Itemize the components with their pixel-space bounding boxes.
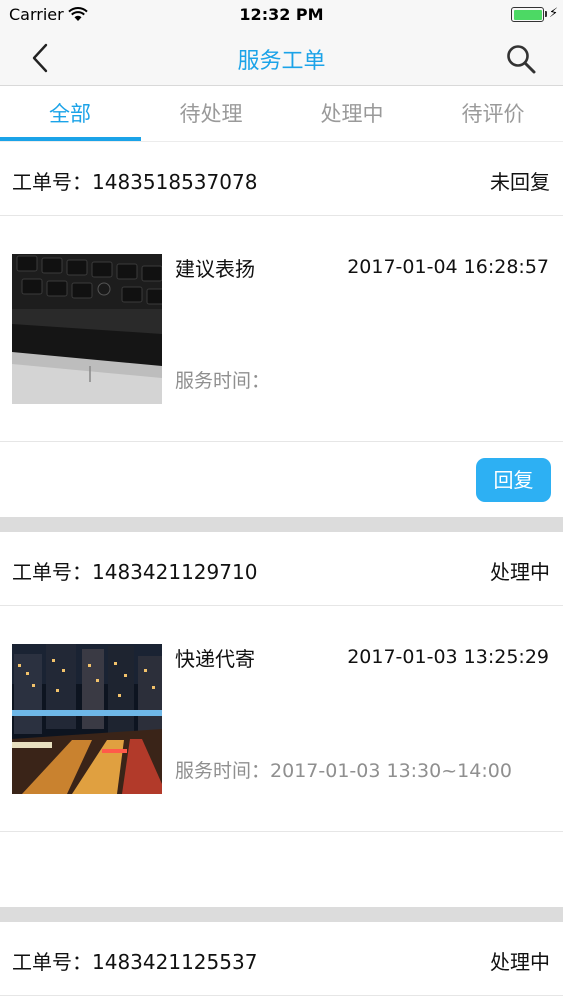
order-card[interactable]: 工单号：1483421129710 处理中 快递代寄 2017-01-03 13… bbox=[0, 532, 563, 907]
search-icon[interactable] bbox=[504, 42, 538, 76]
reply-button[interactable]: 回复 bbox=[476, 458, 551, 502]
order-status: 处理中 bbox=[490, 560, 550, 584]
card-separator bbox=[0, 517, 563, 532]
card-separator bbox=[0, 907, 563, 922]
order-header: 工单号：1483421125537 处理中 bbox=[0, 922, 563, 996]
tab-all[interactable]: 全部 bbox=[0, 87, 140, 141]
order-number-label: 工单号： bbox=[12, 170, 92, 194]
clock: 12:32 PM bbox=[239, 5, 324, 24]
order-number-field: 工单号：1483421129710 bbox=[12, 556, 257, 585]
city-night-photo bbox=[12, 644, 162, 794]
order-body[interactable]: 快递代寄 2017-01-03 13:25:29 服务时间：2017-01-03… bbox=[0, 607, 563, 832]
order-number-field: 工单号：1483421125537 bbox=[12, 946, 257, 975]
charging-icon: ⚡ bbox=[549, 6, 559, 21]
order-datetime: 2017-01-03 13:25:29 bbox=[347, 646, 549, 668]
navigation-bar: 服务工单 bbox=[0, 30, 563, 86]
page-title: 服务工单 bbox=[237, 49, 326, 74]
order-title: 建议表扬 bbox=[175, 257, 255, 281]
order-number: 1483421125537 bbox=[92, 950, 258, 974]
order-number-label: 工单号： bbox=[12, 560, 92, 584]
service-time: 服务时间：2017-01-03 13:30~14:00 bbox=[175, 756, 512, 783]
battery-level bbox=[513, 9, 542, 20]
order-status: 处理中 bbox=[490, 950, 550, 974]
tab-to-review[interactable]: 待评价 bbox=[423, 87, 563, 141]
order-card[interactable]: 工单号：1483421125537 处理中 bbox=[0, 922, 563, 1000]
order-number: 1483518537078 bbox=[92, 170, 258, 194]
battery-tip bbox=[545, 11, 547, 17]
order-number-label: 工单号： bbox=[12, 950, 92, 974]
tab-pending[interactable]: 待处理 bbox=[141, 87, 281, 141]
order-body[interactable]: 建议表扬 2017-01-04 16:28:57 服务时间： bbox=[0, 217, 563, 442]
order-number: 1483421129710 bbox=[92, 560, 258, 584]
filter-tabs: 全部 待处理 处理中 待评价 bbox=[0, 87, 563, 141]
order-title: 快递代寄 bbox=[175, 647, 255, 671]
battery-icon bbox=[511, 7, 544, 22]
status-bar: Carrier 12:32 PM ⚡ bbox=[0, 0, 563, 30]
service-time: 服务时间： bbox=[175, 366, 270, 393]
order-status: 未回复 bbox=[490, 170, 550, 194]
keyboard-photo bbox=[12, 254, 162, 404]
order-header: 工单号：1483421129710 处理中 bbox=[0, 532, 563, 606]
service-time-value: 2017-01-03 13:30~14:00 bbox=[270, 760, 512, 782]
tab-processing[interactable]: 处理中 bbox=[282, 87, 422, 141]
order-footer: 回复 bbox=[0, 443, 563, 518]
service-time-label: 服务时间： bbox=[175, 370, 271, 392]
order-card[interactable]: 工单号：1483518537078 未回复 建议表扬 2017-01-04 16… bbox=[0, 142, 563, 518]
service-time-label: 服务时间： bbox=[175, 760, 271, 782]
order-header: 工单号：1483518537078 未回复 bbox=[0, 142, 563, 216]
order-datetime: 2017-01-04 16:28:57 bbox=[347, 256, 549, 278]
order-number-field: 工单号：1483518537078 bbox=[12, 166, 257, 195]
